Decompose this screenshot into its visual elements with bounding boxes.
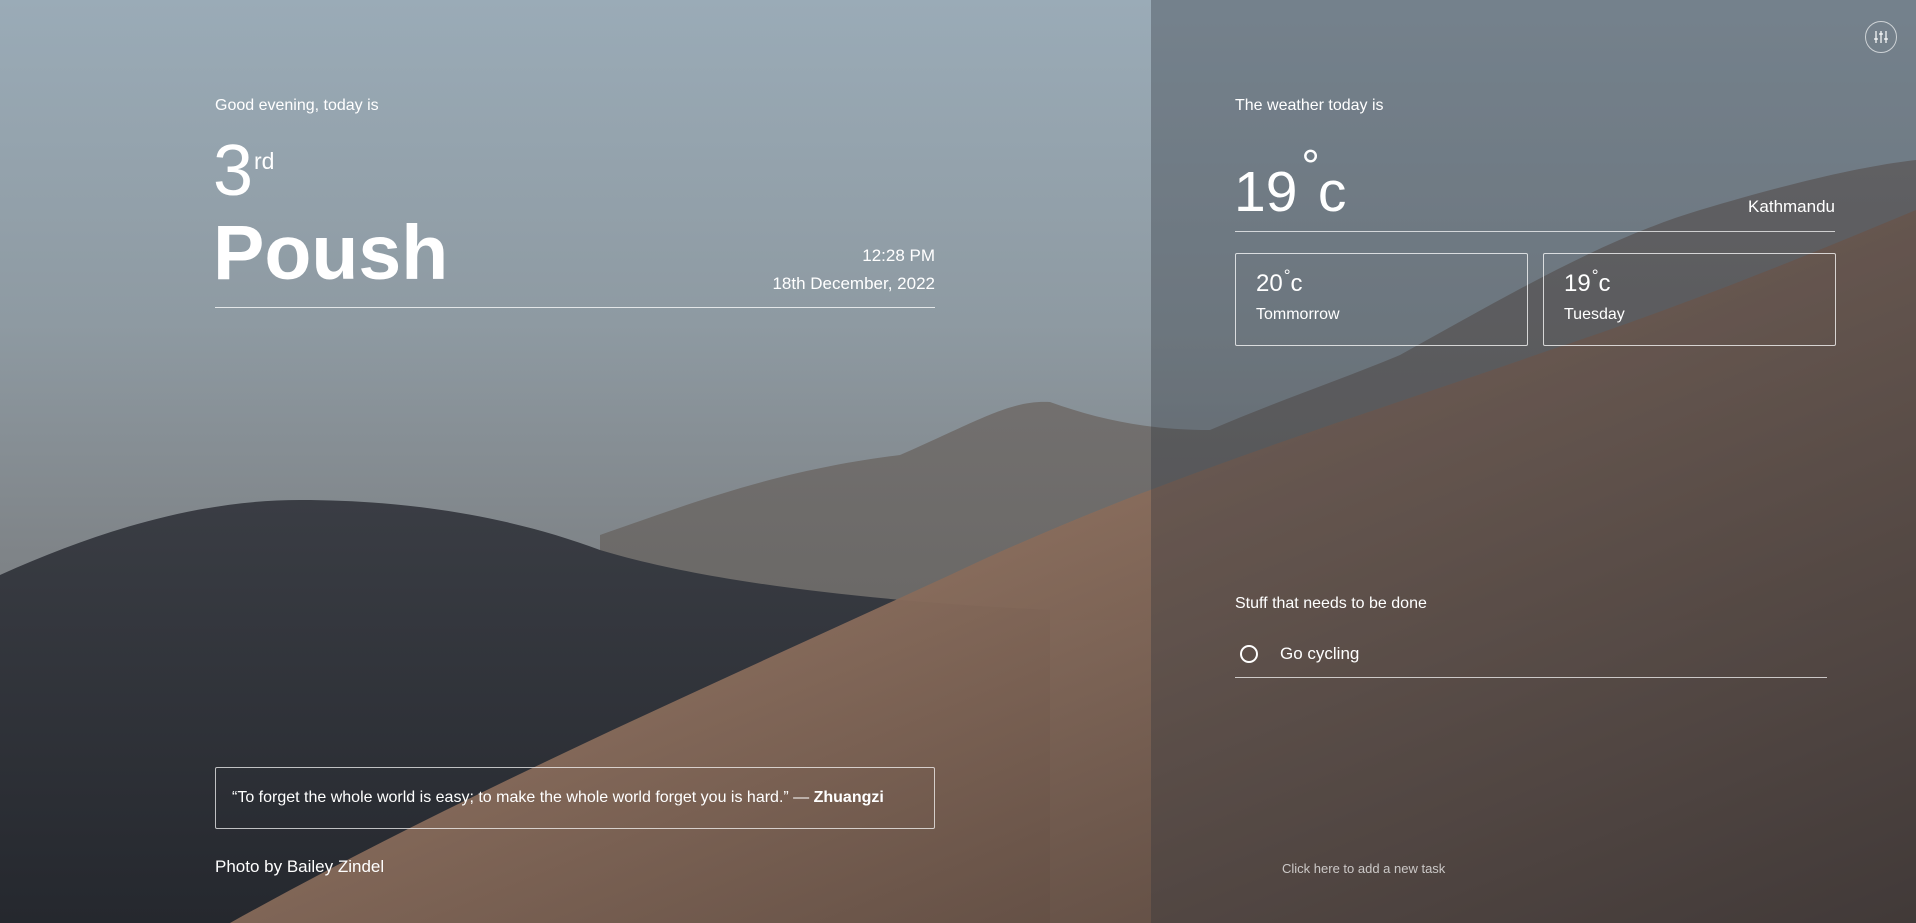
degree-symbol: °	[1283, 266, 1291, 285]
quote-box: “To forget the whole world is easy; to m…	[215, 767, 935, 829]
temperature-value: 19	[1234, 160, 1298, 224]
day-suffix: rd	[254, 148, 275, 174]
greeting-text: Good evening, today is	[215, 97, 379, 114]
sliders-icon	[1874, 31, 1888, 43]
forecast-card-tuesday: 19°c Tuesday	[1543, 253, 1836, 346]
todo-label: Go cycling	[1280, 644, 1360, 663]
temperature-unit: c	[1317, 160, 1347, 224]
day-number: 3	[213, 131, 254, 211]
degree-symbol: °	[1301, 140, 1320, 192]
add-task-button[interactable]: Click here to add a new task	[1282, 861, 1445, 876]
todo-checkbox[interactable]	[1240, 645, 1258, 663]
weather-heading: The weather today is	[1235, 97, 1384, 114]
forecast-card-tomorrow: 20°c Tommorrow	[1235, 253, 1528, 346]
month-name: Poush	[213, 210, 449, 296]
forecast-day: Tommorrow	[1256, 306, 1340, 323]
right-panel	[1151, 0, 1916, 923]
todo-item: Go cycling	[1235, 640, 1827, 678]
divider	[215, 307, 935, 308]
current-time: 12:28 PM	[862, 246, 935, 265]
forecast-unit: c	[1290, 270, 1303, 297]
current-date: 18th December, 2022	[772, 274, 935, 293]
quote-text: “To forget the whole world is easy; to m…	[232, 789, 814, 806]
settings-button[interactable]	[1865, 21, 1897, 53]
current-temperature: 19°c	[1234, 140, 1347, 230]
quote-author: Zhuangzi	[813, 789, 884, 806]
degree-symbol: °	[1591, 266, 1599, 285]
forecast-temperature: 20	[1256, 270, 1283, 297]
forecast-temperature: 19	[1564, 270, 1591, 297]
forecast-day: Tuesday	[1564, 306, 1625, 323]
divider	[1235, 231, 1835, 232]
photo-credit: Photo by Bailey Zindel	[215, 857, 385, 876]
forecast-unit: c	[1598, 270, 1611, 297]
location-name: Kathmandu	[1748, 197, 1835, 216]
todo-heading: Stuff that needs to be done	[1235, 595, 1427, 612]
